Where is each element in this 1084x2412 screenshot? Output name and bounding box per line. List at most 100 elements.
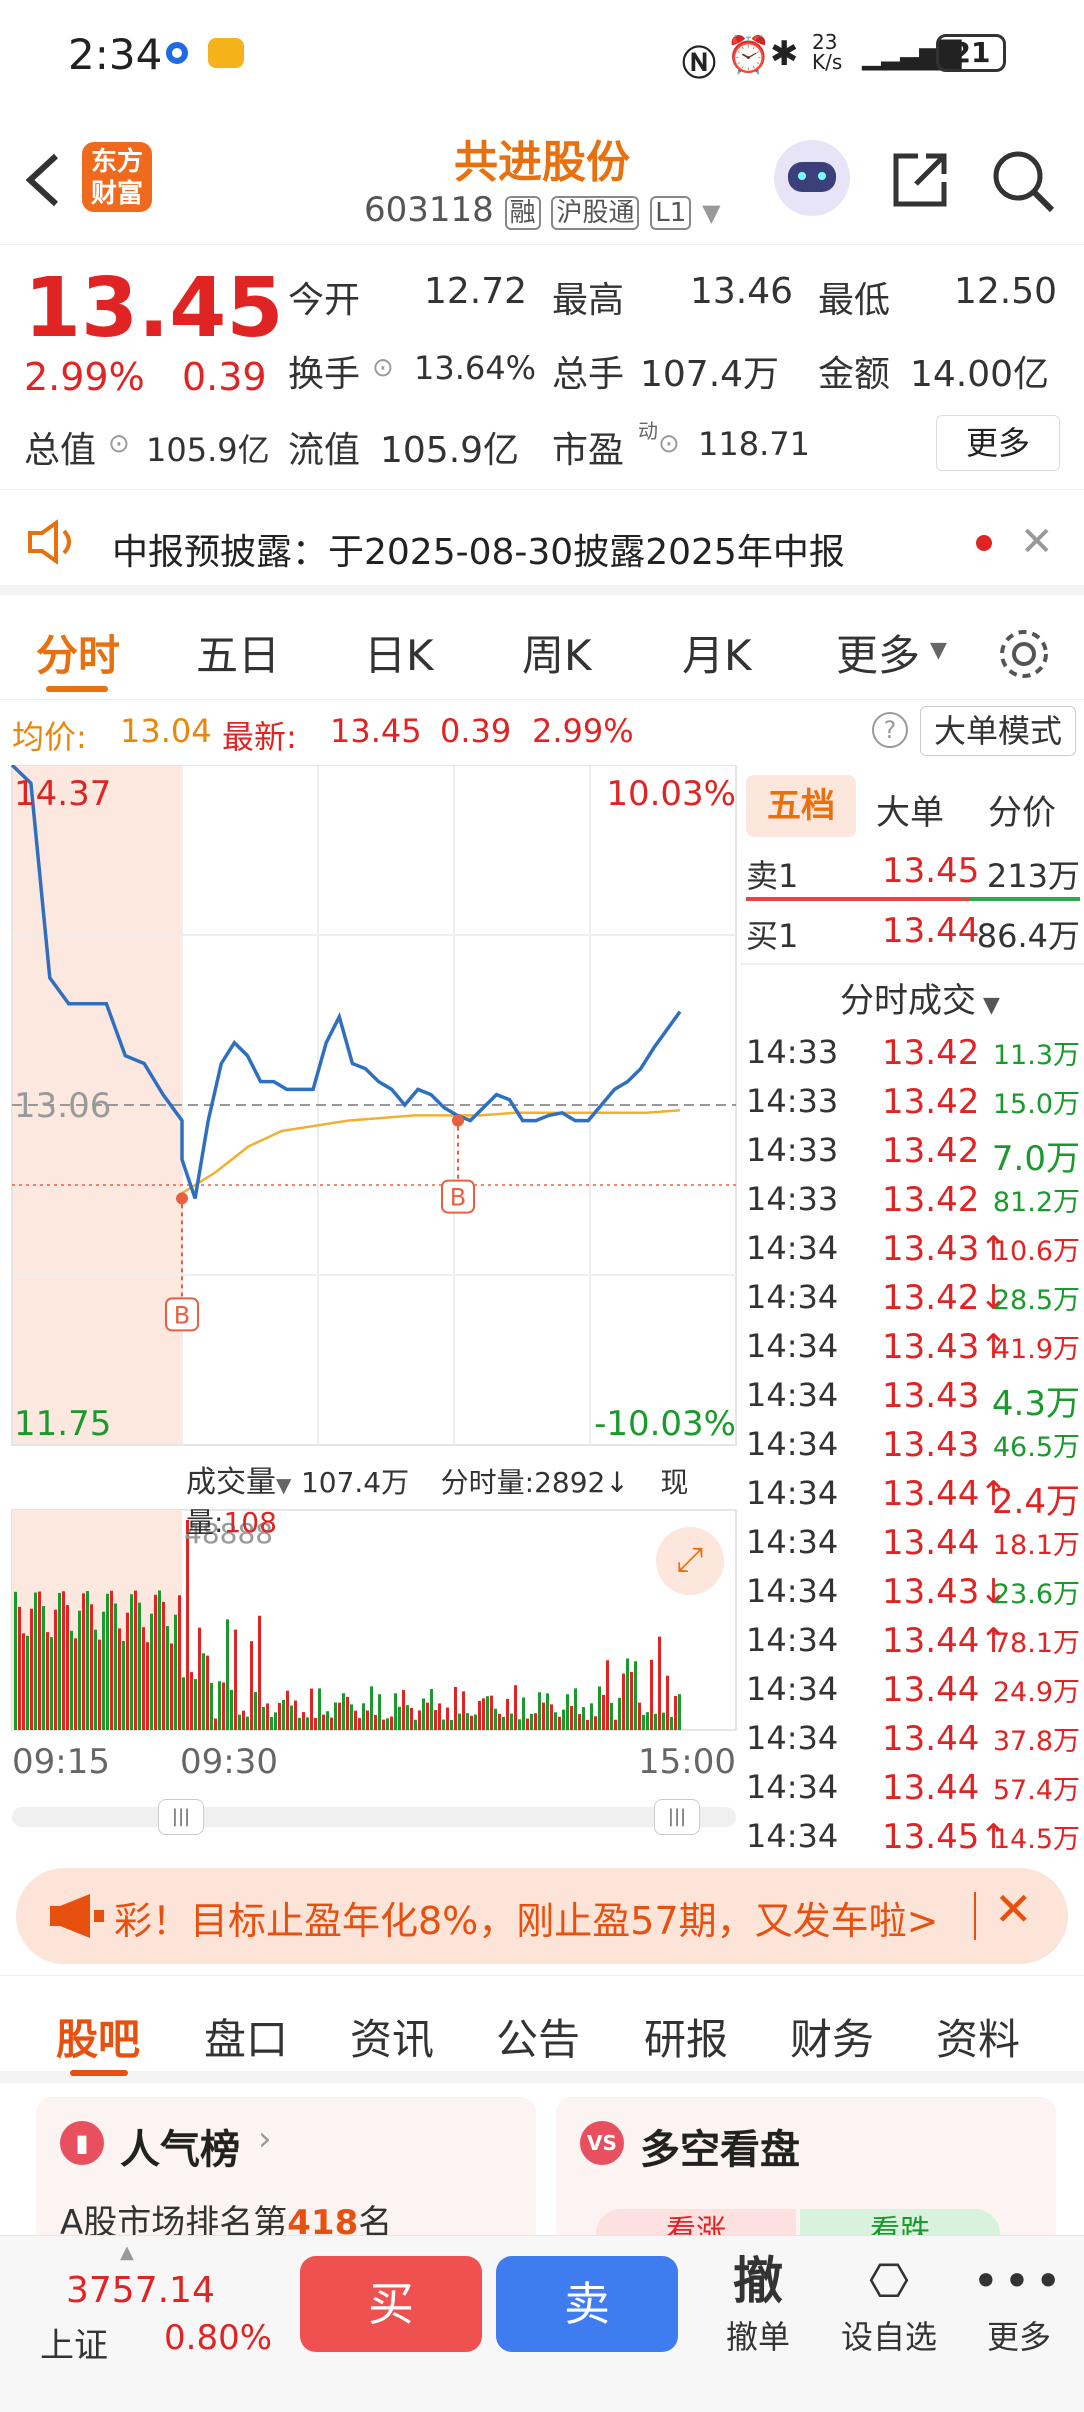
promo-banner[interactable]: 彩！目标止盈年化8%，刚止盈57期，又发车啦> ✕ — [16, 1868, 1068, 1964]
sell-button[interactable]: 卖 — [496, 2256, 678, 2352]
slider-handle-left[interactable]: ||| — [158, 1799, 204, 1835]
help-icon[interactable]: ? — [872, 712, 908, 748]
tick-volume: 15.0万 — [992, 1089, 1080, 1120]
tick-price: 13.44 — [882, 1670, 980, 1710]
close-icon[interactable]: ✕ — [1020, 519, 1054, 565]
close-icon[interactable]: ✕ — [994, 1882, 1033, 1936]
volume-bar — [310, 1688, 313, 1730]
tick-row: 14:34 13.43 4.3万 — [746, 1376, 1084, 1426]
tab-weekly-k[interactable]: 周K — [522, 622, 592, 683]
search-icon[interactable] — [990, 148, 1056, 214]
big-order-mode-button[interactable]: 大单模式 — [920, 706, 1076, 756]
low-value: 12.50 — [954, 271, 1058, 312]
volume-bar — [614, 1719, 617, 1730]
tab-profile[interactable]: 资料 — [936, 2006, 1020, 2067]
robot-assistant-icon[interactable] — [774, 140, 850, 216]
volume-bar — [342, 1693, 345, 1730]
volume-bar — [254, 1692, 257, 1730]
volume-bar — [394, 1693, 397, 1730]
tab-monthly-k[interactable]: 月K — [682, 622, 752, 683]
tick-time: 14:34 — [746, 1327, 839, 1365]
volume-bar — [398, 1706, 401, 1730]
volume-bar — [54, 1609, 57, 1730]
range-slider[interactable]: ||| ||| — [12, 1799, 736, 1835]
tab-order-book[interactable]: 盘口 — [204, 2006, 288, 2067]
tick-row: 14:34 13.43 46.5万 — [746, 1425, 1084, 1475]
volume-bar — [510, 1713, 513, 1730]
tick-price: 13.42↓ — [882, 1278, 1008, 1318]
tick-volume: 24.9万 — [992, 1677, 1080, 1708]
intraday-chart[interactable]: BB 14.37 13.06 11.75 10.03% -10.03% 4888… — [0, 763, 740, 1845]
tab-finance[interactable]: 财务 — [790, 2006, 874, 2067]
tab-price-dist[interactable]: 分价 — [988, 785, 1056, 834]
volume-bar — [534, 1713, 537, 1730]
tab-daily-k[interactable]: 日K — [364, 622, 434, 683]
tick-time: 14:34 — [746, 1621, 839, 1659]
info-icon[interactable]: ⊙ — [108, 429, 130, 459]
more-quote-button[interactable]: 更多 — [936, 415, 1060, 471]
avg-price-line — [181, 1108, 681, 1195]
volume-bar — [558, 1716, 561, 1730]
volume-bar — [58, 1592, 61, 1730]
tab-announcements[interactable]: 公告 — [496, 2006, 580, 2067]
volume-bar — [346, 1696, 349, 1730]
slider-handle-right[interactable]: ||| — [654, 1799, 700, 1835]
volume-bar — [286, 1690, 289, 1730]
tick-volume: 57.4万 — [992, 1775, 1080, 1806]
chevron-down-icon[interactable]: ▼ — [930, 638, 947, 663]
volume-bar — [474, 1714, 477, 1730]
add-watchlist-button[interactable]: ⎔ 设自选 — [834, 2250, 944, 2358]
tick-row: 14:33 13.42 81.2万 — [746, 1180, 1084, 1230]
tick-price: 13.44↑ — [882, 1621, 1008, 1661]
volume-bar — [450, 1719, 453, 1730]
volume-bar — [498, 1713, 501, 1730]
latest-change: 0.39 — [440, 712, 512, 750]
volume-bar — [150, 1613, 153, 1730]
volume-bar — [362, 1703, 365, 1730]
tab-five-levels[interactable]: 五档 — [746, 775, 856, 837]
ticks-title[interactable]: 分时成交 ▼ — [840, 973, 1000, 1022]
cancel-order-button[interactable]: 撤 撤单 — [703, 2250, 813, 2358]
volume-label: 总手 — [552, 354, 625, 395]
chevron-down-icon[interactable]: ▼ — [276, 1473, 291, 1497]
amount-value: 14.00亿 — [910, 354, 1050, 395]
volume-bar — [98, 1639, 101, 1730]
volume-bar — [606, 1660, 609, 1730]
volume-bar — [354, 1710, 357, 1730]
minute-vol-value: 2892 — [534, 1466, 606, 1499]
volume-bar — [134, 1590, 137, 1730]
tick-volume: 7.0万 — [991, 1139, 1080, 1179]
expand-icon[interactable]: ⤢ — [656, 1527, 724, 1595]
volume-bar — [34, 1592, 37, 1730]
volume-bar — [422, 1698, 425, 1730]
volume-bar — [670, 1716, 673, 1730]
info-icon[interactable]: ⊙ — [658, 429, 680, 459]
info-icon[interactable]: ⊙ — [372, 353, 394, 383]
tab-big-orders[interactable]: 大单 — [876, 785, 944, 834]
volume-bar — [290, 1705, 293, 1730]
tab-forum[interactable]: 股吧 — [56, 2006, 140, 2067]
nfc-icon: Ⓝ — [682, 44, 716, 84]
tab-news[interactable]: 资讯 — [350, 2006, 434, 2067]
share-icon[interactable] — [888, 148, 952, 212]
chevron-down-icon[interactable]: ▼ — [702, 199, 720, 227]
volume-selector[interactable]: 成交量 — [186, 1465, 276, 1500]
volume-header: 成交量▼ 107.4万 分时量:2892↓ 现量:108 — [186, 1457, 740, 1541]
tab-more[interactable]: 更多 — [836, 622, 920, 683]
notice-bar[interactable]: 中报预披露：于2025-08-30披露2025年中报 ✕ — [0, 495, 1084, 595]
volume-bar — [190, 1672, 193, 1730]
popularity-card[interactable]: ▮ 人气榜 › A股市场排名第418名 — [36, 2097, 536, 2247]
tab-intraday[interactable]: 分时 — [36, 622, 120, 683]
buy-button[interactable]: 买 — [300, 2256, 482, 2352]
bull-bear-card[interactable]: VS 多空看盘 看涨 看跌 — [556, 2097, 1056, 2259]
tab-research[interactable]: 研报 — [644, 2006, 728, 2067]
tab-five-day[interactable]: 五日 — [196, 622, 280, 683]
tick-time: 14:34 — [746, 1523, 839, 1561]
volume-bar — [470, 1715, 473, 1730]
more-label: 更多 — [986, 2318, 1051, 2356]
tick-time: 14:34 — [746, 1474, 839, 1512]
chart-canvas[interactable]: BB 14.37 13.06 11.75 10.03% -10.03% 4888… — [0, 763, 740, 1845]
tick-price: 13.43↑ — [882, 1229, 1008, 1269]
more-button[interactable]: ••• 更多 — [964, 2250, 1074, 2358]
gear-icon[interactable] — [996, 626, 1052, 682]
